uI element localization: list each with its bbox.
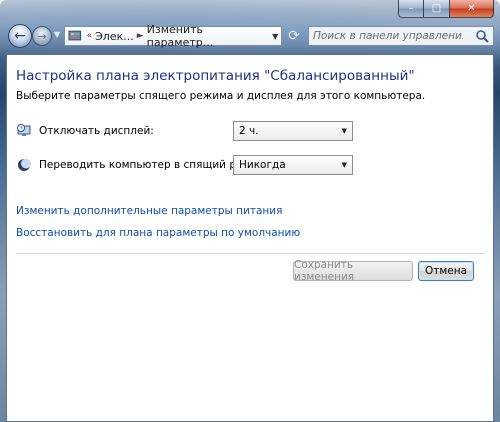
refresh-icon: ⟳	[288, 28, 300, 44]
back-button[interactable]: ←	[8, 24, 32, 48]
monitor-clock-icon	[17, 124, 31, 136]
display-off-value: 2 ч.	[239, 125, 259, 137]
close-button[interactable]: ✕	[450, 0, 494, 18]
control-panel-icon	[68, 30, 82, 41]
breadcrumb-separator-icon: ►	[136, 31, 144, 41]
advanced-power-settings-link[interactable]: Изменить дополнительные параметры питани…	[16, 205, 282, 217]
cancel-button[interactable]: Отмена	[418, 261, 474, 281]
sleep-select[interactable]: Никогда ▼	[233, 155, 353, 175]
search-icon[interactable]	[475, 29, 489, 43]
chevron-down-icon: ▼	[341, 127, 347, 135]
breadcrumb-separator-icon: «	[86, 31, 93, 41]
minimize-button[interactable]: –	[398, 0, 424, 18]
divider	[16, 253, 484, 254]
maximize-button[interactable]: □	[424, 0, 450, 18]
page-subtitle: Выберите параметры спящего режима и дисп…	[16, 90, 426, 102]
restore-defaults-link[interactable]: Восстановить для плана параметры по умол…	[16, 227, 300, 239]
search-box[interactable]	[308, 26, 494, 46]
save-changes-button[interactable]: Сохранить изменения	[293, 259, 413, 283]
breadcrumb-item-power[interactable]: Элек...	[95, 30, 134, 43]
window-caption-buttons: – □ ✕	[398, 0, 494, 18]
chevron-down-icon: ▼	[341, 161, 347, 169]
recent-pages-dropdown[interactable]: ▼	[54, 30, 64, 42]
setting-row-display: Отключать дисплей:	[16, 121, 154, 141]
navigation-bar: ← → ▼ « Элек... ► Изменить параметр... ▼…	[6, 22, 496, 52]
back-arrow-icon: ←	[14, 28, 26, 44]
forward-button[interactable]: →	[32, 26, 52, 46]
refresh-button[interactable]: ⟳	[286, 28, 302, 44]
sleep-value: Никогда	[239, 159, 286, 171]
page-title: Настройка плана электропитания "Сбаланси…	[16, 68, 415, 84]
display-off-label: Отключать дисплей:	[39, 125, 154, 137]
breadcrumb-item-current[interactable]: Изменить параметр...	[147, 23, 270, 49]
content-pane: Настройка плана электропитания "Сбаланси…	[6, 54, 494, 422]
control-panel-window: – □ ✕ ← → ▼ « Элек... ► Изменить парамет…	[0, 0, 500, 422]
display-off-select[interactable]: 2 ч. ▼	[233, 121, 353, 141]
address-dropdown-icon[interactable]: ▼	[269, 32, 281, 41]
moon-icon	[18, 158, 31, 171]
forward-arrow-icon: →	[37, 29, 47, 43]
address-bar[interactable]: « Элек... ► Изменить параметр... ▼	[64, 23, 282, 49]
search-input[interactable]	[313, 30, 463, 42]
